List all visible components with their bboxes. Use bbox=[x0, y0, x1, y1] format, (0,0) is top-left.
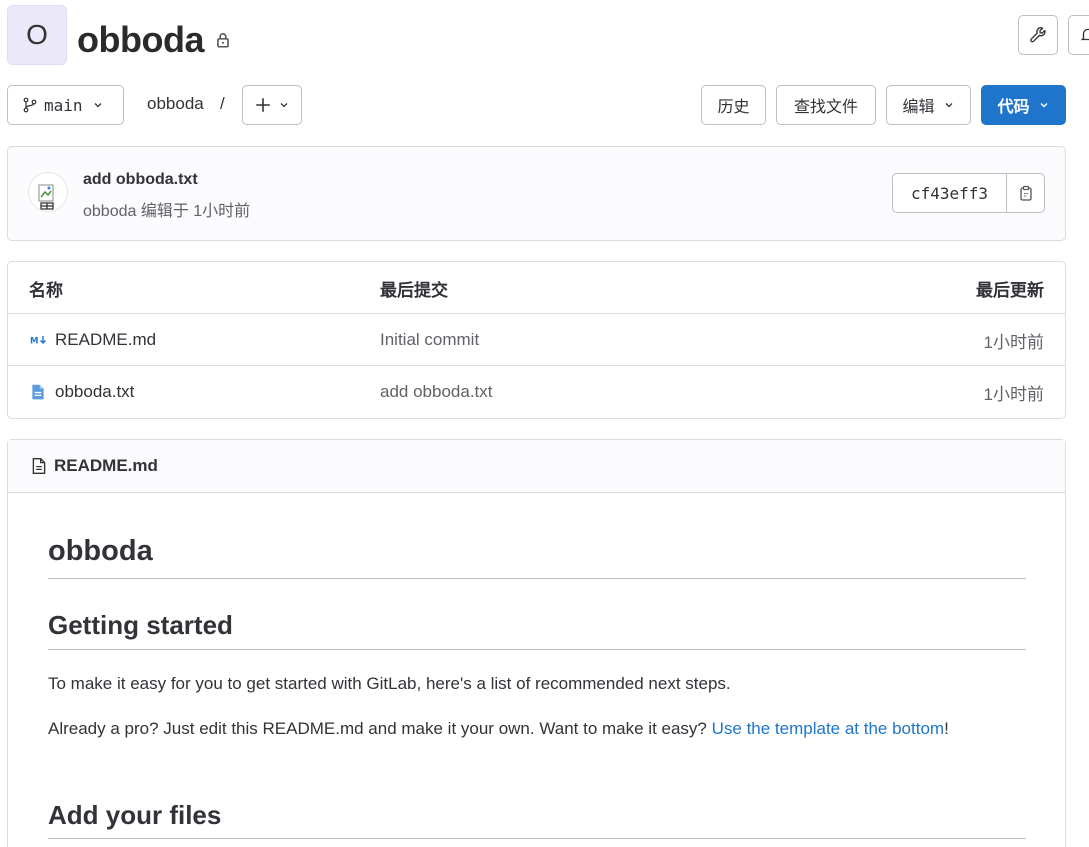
chevron-down-icon bbox=[1040, 103, 1047, 108]
notification-button[interactable] bbox=[1068, 15, 1089, 55]
commit-title[interactable]: add obboda.txt bbox=[83, 171, 198, 189]
broken-image-icon bbox=[38, 184, 54, 210]
readme-title: obboda bbox=[48, 535, 153, 567]
plus-icon bbox=[256, 98, 270, 112]
file-last-commit[interactable]: add obboda.txt bbox=[380, 366, 492, 418]
readme-file-name[interactable]: README.md bbox=[54, 456, 158, 476]
svg-text:M: M bbox=[30, 337, 38, 347]
breadcrumb-root[interactable]: obboda bbox=[147, 94, 204, 114]
edit-button-label: 编辑 bbox=[902, 99, 935, 116]
chevron-down-icon bbox=[94, 103, 101, 108]
heading-getting-started: Getting started bbox=[48, 610, 233, 640]
paragraph-text: Already a pro? Just edit this README.md … bbox=[48, 719, 712, 738]
last-commit-card: add obboda.txt obboda 编辑于 1小时前 cf43eff3 bbox=[7, 146, 1066, 241]
bell-icon bbox=[1080, 28, 1089, 41]
document-icon bbox=[32, 458, 46, 474]
table-header: 名称 最后提交 最后更新 bbox=[8, 262, 1065, 314]
project-avatar-letter: O bbox=[26, 19, 48, 50]
chevron-down-icon bbox=[280, 103, 288, 108]
branch-selector[interactable]: main bbox=[7, 85, 124, 125]
file-name-cell[interactable]: obboda.txt bbox=[29, 366, 134, 418]
find-file-button[interactable]: 查找文件 bbox=[776, 85, 876, 125]
branch-name: main bbox=[44, 95, 83, 115]
text-file-icon bbox=[32, 384, 44, 400]
readme-paragraph: To make it easy for you to get started w… bbox=[48, 674, 731, 693]
header-last-commit: 最后提交 bbox=[380, 280, 448, 300]
settings-button[interactable] bbox=[1018, 15, 1058, 55]
header-name: 名称 bbox=[29, 280, 63, 300]
readme-panel: README.md obboda Getting started To make… bbox=[7, 439, 1066, 847]
copy-icon bbox=[1019, 185, 1032, 201]
file-table: 名称 最后提交 最后更新 M README.md Initial commit … bbox=[7, 261, 1066, 419]
branch-icon bbox=[23, 97, 37, 113]
readme-paragraph: Already a pro? Just edit this README.md … bbox=[48, 716, 1008, 742]
file-last-commit[interactable]: Initial commit bbox=[380, 314, 479, 366]
code-button[interactable]: 代码 bbox=[981, 85, 1066, 125]
template-link[interactable]: Use the template at the bottom bbox=[712, 719, 944, 738]
add-to-tree-button[interactable] bbox=[242, 85, 302, 125]
header-last-update: 最后更新 bbox=[976, 280, 1044, 300]
project-title: obboda bbox=[77, 19, 204, 60]
file-updated: 1小时前 bbox=[983, 384, 1044, 404]
heading-divider bbox=[48, 578, 1026, 579]
copy-sha-button[interactable] bbox=[1007, 174, 1044, 212]
edit-button[interactable]: 编辑 bbox=[886, 85, 971, 125]
lock-icon bbox=[217, 33, 229, 48]
readme-header: README.md bbox=[8, 440, 1065, 493]
project-avatar[interactable]: O bbox=[7, 5, 67, 65]
history-button[interactable]: 历史 bbox=[701, 85, 766, 125]
heading-divider bbox=[48, 649, 1026, 650]
commit-author-avatar[interactable] bbox=[28, 172, 68, 212]
heading-divider bbox=[48, 838, 1026, 839]
file-name[interactable]: README.md bbox=[55, 330, 156, 350]
commit-sha-group: cf43eff3 bbox=[892, 173, 1045, 213]
heading-add-files: Add your files bbox=[48, 800, 222, 830]
markdown-icon: M bbox=[30, 336, 46, 347]
file-name-cell[interactable]: M README.md bbox=[29, 314, 156, 366]
file-updated: 1小时前 bbox=[983, 332, 1044, 352]
table-row[interactable]: M README.md Initial commit 1小时前 bbox=[8, 314, 1065, 366]
chevron-down-icon bbox=[945, 103, 952, 108]
paragraph-text: ! bbox=[944, 719, 949, 738]
table-row[interactable]: obboda.txt add obboda.txt 1小时前 bbox=[8, 366, 1065, 418]
wrench-icon bbox=[1030, 27, 1046, 43]
code-button-label: 代码 bbox=[997, 99, 1030, 116]
commit-sha[interactable]: cf43eff3 bbox=[893, 174, 1007, 212]
file-name[interactable]: obboda.txt bbox=[55, 382, 134, 402]
breadcrumb-separator: / bbox=[220, 94, 225, 113]
commit-meta: obboda 编辑于 1小时前 bbox=[83, 203, 251, 220]
